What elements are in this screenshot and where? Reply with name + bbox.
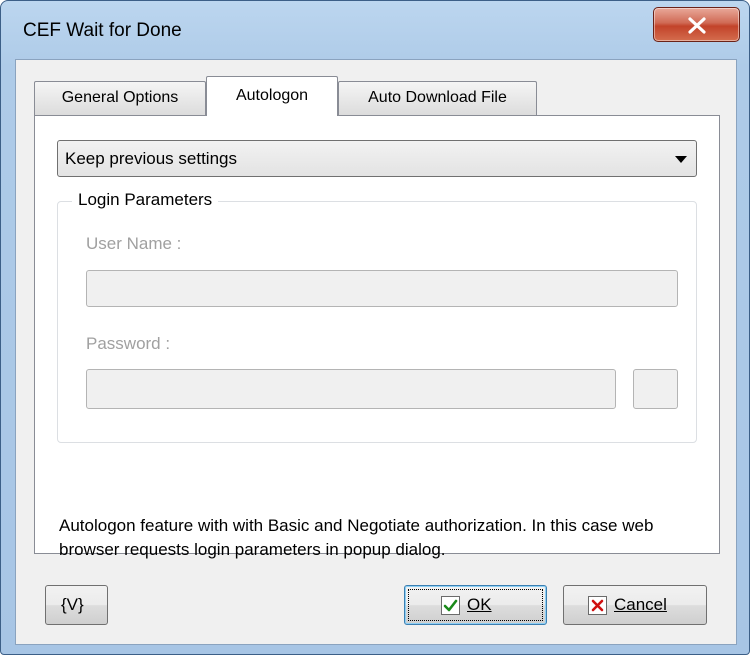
tab-label: Auto Download File: [368, 89, 507, 106]
variables-button[interactable]: {V}: [45, 585, 108, 625]
cancel-button[interactable]: Cancel: [563, 585, 707, 625]
close-icon: [688, 17, 706, 34]
password-options-button[interactable]: [633, 369, 678, 409]
tab-label: Autologon: [235, 87, 309, 104]
tab-auto-download-file[interactable]: Auto Download File: [338, 81, 537, 115]
dialog-window: CEF Wait for Done General Options Autolo…: [0, 0, 750, 655]
tab-label: General Options: [61, 89, 179, 106]
password-field[interactable]: [86, 369, 616, 409]
ok-button[interactable]: OK: [404, 585, 547, 625]
autologon-panel: Keep previous settings Login Parameters …: [34, 115, 720, 559]
title-bar[interactable]: CEF Wait for Done: [1, 1, 749, 59]
window-title: CEF Wait for Done: [23, 20, 182, 41]
cancel-button-label: Cancel: [614, 595, 667, 614]
autologon-description: Autologon feature with with Basic and Ne…: [59, 516, 654, 559]
ok-button-label: OK: [467, 595, 492, 614]
variables-button-label: {V}: [61, 595, 84, 614]
user-name-label: User Name :: [86, 234, 182, 253]
password-label: Password :: [86, 334, 171, 353]
group-title: Login Parameters: [72, 190, 219, 210]
chevron-down-icon: [675, 156, 687, 163]
login-parameters-group: Login Parameters User Name : Password :: [57, 190, 697, 443]
close-button[interactable]: [653, 7, 740, 42]
x-icon: [588, 596, 607, 615]
dialog-body: General Options Autologon Auto Download …: [15, 59, 737, 645]
checkmark-icon: [441, 596, 460, 615]
tab-general-options[interactable]: General Options: [34, 81, 206, 115]
user-name-field[interactable]: [86, 270, 678, 307]
selected-value: Keep previous settings: [65, 149, 237, 168]
tab-autologon[interactable]: Autologon: [206, 76, 338, 116]
autologon-mode-select[interactable]: Keep previous settings: [57, 140, 697, 177]
